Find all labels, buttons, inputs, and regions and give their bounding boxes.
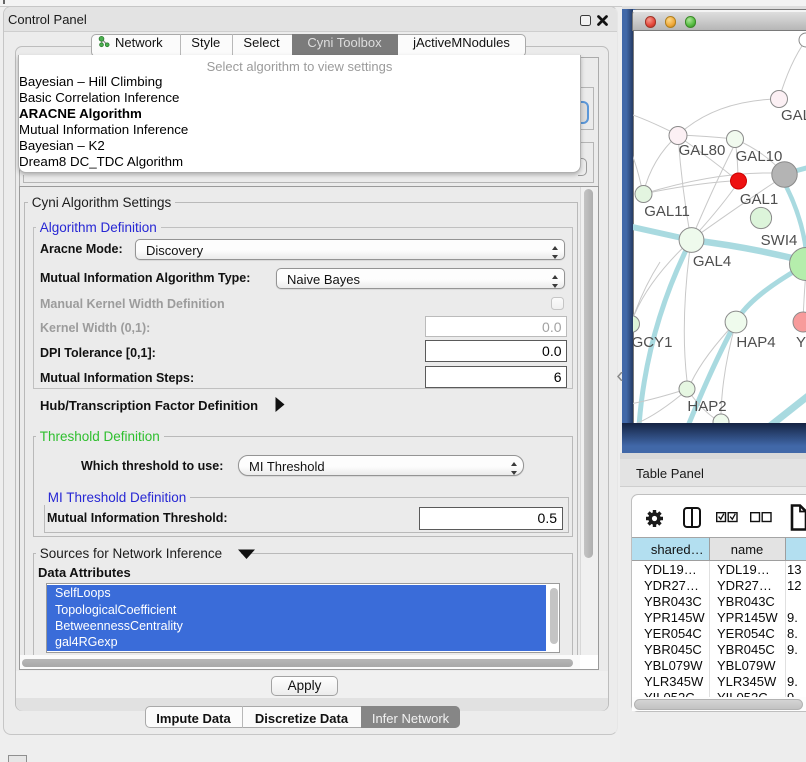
svg-text:GCY1: GCY1 (633, 334, 672, 351)
svg-text:GAL4: GAL4 (693, 253, 731, 270)
svg-text:GAL80: GAL80 (679, 142, 726, 159)
svg-text:GAL1: GAL1 (740, 191, 778, 208)
svg-text:SWI4: SWI4 (761, 232, 798, 249)
svg-text:Y: Y (796, 334, 806, 351)
svg-text:GAL10: GAL10 (736, 148, 783, 165)
svg-text:GAL11: GAL11 (644, 203, 690, 220)
svg-text:HAP2: HAP2 (687, 398, 726, 415)
svg-text:HAP4: HAP4 (736, 334, 775, 351)
svg-text:GAL: GAL (781, 107, 806, 124)
